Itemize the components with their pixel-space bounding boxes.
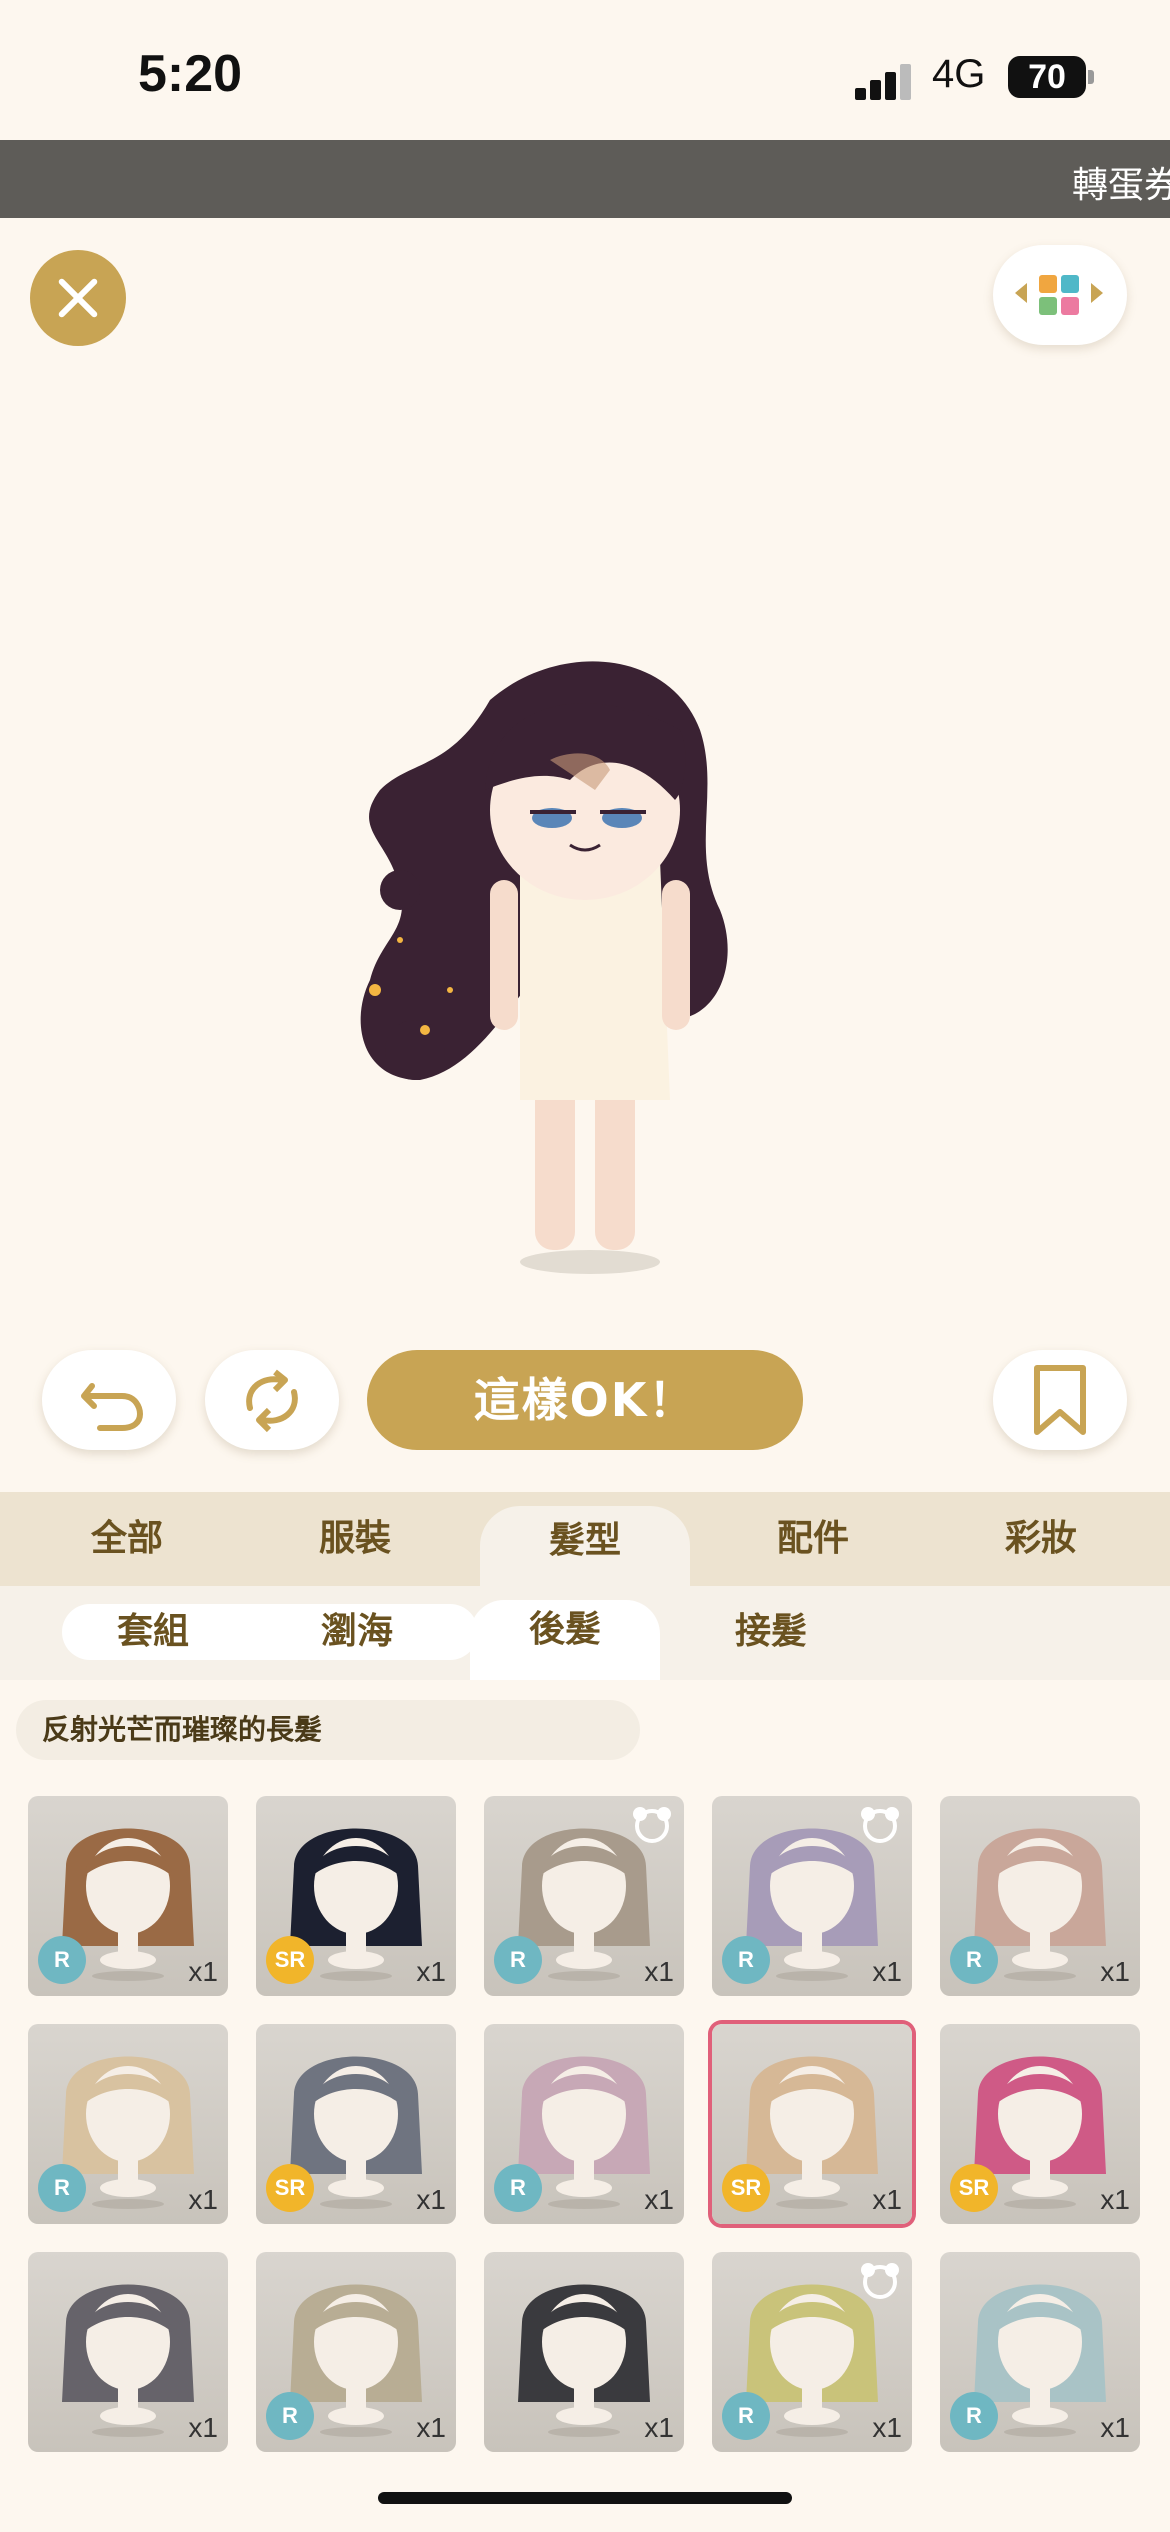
rarity-badge: SR <box>266 2164 314 2212</box>
rarity-badge: R <box>266 2392 314 2440</box>
hair-item[interactable]: SR x1 <box>940 2024 1140 2224</box>
item-quantity: x1 <box>872 2184 902 2215</box>
sub-tab-extensions[interactable]: 接髮 <box>676 1602 866 1662</box>
bookmark-icon <box>1034 1365 1086 1435</box>
bookmark-button[interactable] <box>993 1350 1127 1450</box>
hair-item[interactable]: Rx1 <box>484 2024 684 2224</box>
rarity-badge: R <box>950 1936 998 1984</box>
sub-tab-bangs[interactable]: 瀏海 <box>262 1602 452 1662</box>
randomize-button[interactable] <box>205 1350 339 1450</box>
item-quantity: x1 <box>872 2412 902 2443</box>
home-indicator <box>378 2492 792 2504</box>
rarity-badge: R <box>950 2392 998 2440</box>
hair-item[interactable]: Rx1 <box>484 1796 684 1996</box>
hair-item[interactable]: SR x1 <box>256 2024 456 2224</box>
tab-clothing[interactable]: 服裝 <box>250 1492 460 1586</box>
hair-item[interactable]: Rx1 <box>712 1796 912 1996</box>
item-quantity: x1 <box>188 2412 218 2443</box>
hair-item[interactable]: SR x1 <box>712 2024 912 2224</box>
grid-icon-tile <box>1061 275 1079 293</box>
item-quantity: x1 <box>644 2412 674 2443</box>
background-switch-button[interactable] <box>993 245 1127 345</box>
item-quantity: x1 <box>644 2184 674 2215</box>
item-quantity: x1 <box>872 1956 902 1987</box>
status-time: 5:20 <box>138 45 243 103</box>
hair-item[interactable]: x1 <box>484 2252 684 2452</box>
grid-icon-tile <box>1061 297 1079 315</box>
arrow-right-icon <box>1091 283 1103 303</box>
arrow-left-icon <box>1015 283 1027 303</box>
hair-item[interactable]: x1 <box>28 2252 228 2452</box>
undo-button[interactable] <box>42 1350 176 1450</box>
item-quantity: x1 <box>1100 1956 1130 1987</box>
hair-item[interactable]: Rx1 <box>28 2024 228 2224</box>
sub-category-tabs: 套組 瀏海 後髮 接髮 <box>0 1586 1170 1680</box>
battery-tip <box>1088 70 1094 84</box>
rarity-badge: SR <box>950 2164 998 2212</box>
rarity-badge: SR <box>266 1936 314 1984</box>
selected-item-name: 反射光芒而璀璨的長髮 <box>16 1700 640 1760</box>
close-button[interactable] <box>30 250 126 346</box>
refresh-icon <box>246 1369 298 1433</box>
bear-icon <box>861 2263 899 2299</box>
bear-icon <box>633 1807 671 1843</box>
rarity-badge: R <box>38 2164 86 2212</box>
item-quantity: x1 <box>1100 2412 1130 2443</box>
network-type: 4G <box>932 52 986 96</box>
rarity-badge: SR <box>722 2164 770 2212</box>
character-preview <box>360 661 728 1274</box>
undo-icon <box>81 1383 144 1431</box>
rarity-badge: R <box>494 1936 542 1984</box>
item-quantity: x1 <box>1100 2184 1130 2215</box>
hair-item[interactable]: SR x1 <box>256 1796 456 1996</box>
item-quantity: x1 <box>188 2184 218 2215</box>
grid-icon <box>1039 275 1057 293</box>
rarity-badge: R <box>494 2164 542 2212</box>
announcement-ticker[interactable]: 轉蛋券 <box>0 140 1170 218</box>
rarity-badge: R <box>38 1936 86 1984</box>
battery-icon: 70 <box>1008 56 1086 98</box>
tab-accessories[interactable]: 配件 <box>708 1492 918 1586</box>
category-tabs: 全部 服裝 髮型 配件 彩妝 <box>0 1492 1170 1586</box>
item-quantity: x1 <box>416 2412 446 2443</box>
tab-all[interactable]: 全部 <box>22 1492 232 1586</box>
signal-icon <box>855 60 915 100</box>
rarity-badge: R <box>722 2392 770 2440</box>
hair-item[interactable]: Rx1 <box>940 2252 1140 2452</box>
ticker-text: 轉蛋券 <box>1072 165 1170 206</box>
hair-item[interactable]: Rx1 <box>256 2252 456 2452</box>
items-panel: 反射光芒而璀璨的長髮 Rx1 SR x1 Rx1 Rx1 Rx1 Rx1 SR x1 Rx1 SR x… <box>0 1680 1170 2532</box>
tab-makeup[interactable]: 彩妝 <box>936 1492 1146 1586</box>
bear-icon <box>861 1807 899 1843</box>
item-quantity: x1 <box>188 1956 218 1987</box>
item-quantity: x1 <box>644 1956 674 1987</box>
item-quantity: x1 <box>416 1956 446 1987</box>
sub-tab-back-hair[interactable]: 後髮 <box>470 1600 660 1680</box>
confirm-outfit-button[interactable]: 這樣OK！ <box>367 1350 803 1450</box>
hair-item[interactable]: Rx1 <box>28 1796 228 1996</box>
grid-icon-tile <box>1039 297 1057 315</box>
item-quantity: x1 <box>416 2184 446 2215</box>
tab-hairstyle[interactable]: 髮型 <box>480 1506 690 1586</box>
sub-tab-set[interactable]: 套組 <box>58 1602 248 1662</box>
status-bar: 5:20 4G 70 <box>0 0 1170 140</box>
hair-item[interactable]: Rx1 <box>712 2252 912 2452</box>
hair-item[interactable]: Rx1 <box>940 1796 1140 1996</box>
rarity-badge: R <box>722 1936 770 1984</box>
